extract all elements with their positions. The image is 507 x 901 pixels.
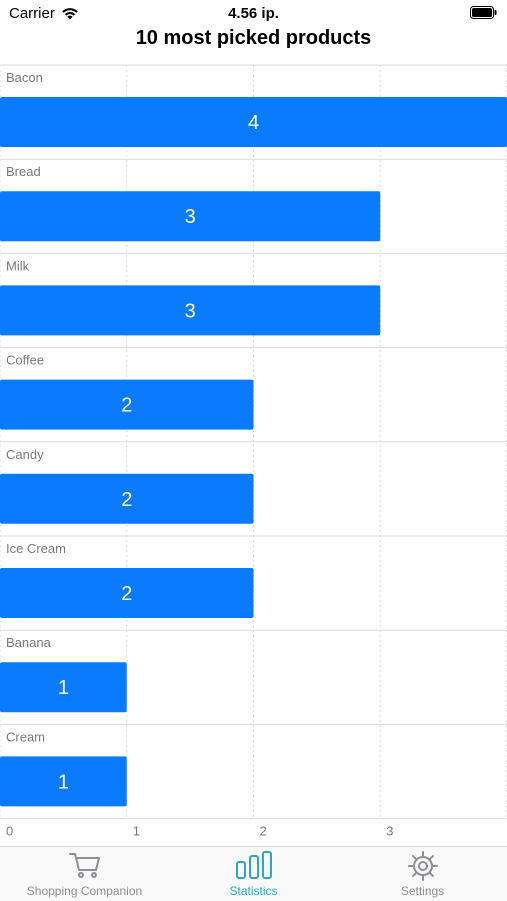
bar-chart: Bacon 4 Bread 3 Milk 3 Coffee 2 Candy 2 Ice Cream 2… bbox=[0, 64, 507, 839]
tab-label: Statistics bbox=[229, 884, 278, 898]
bar-value-label: 2 bbox=[121, 395, 132, 417]
bar-value-label: 1 bbox=[58, 677, 69, 699]
x-tick-label: 0 bbox=[6, 824, 13, 839]
x-tick-label: 1 bbox=[133, 824, 140, 839]
bar-value-label: 4 bbox=[248, 112, 259, 134]
category-label: Bread bbox=[6, 164, 41, 179]
tab-bar: Shopping Companion Statistics Settings bbox=[0, 846, 507, 901]
gear-icon bbox=[407, 851, 438, 881]
tab-label: Settings bbox=[400, 884, 445, 898]
category-label: Cream bbox=[6, 729, 45, 744]
category-label: Coffee bbox=[6, 353, 44, 368]
category-label: Ice Cream bbox=[6, 541, 66, 556]
tab-label: Shopping Companion bbox=[26, 884, 143, 898]
tab-statistics[interactable]: Statistics bbox=[169, 847, 338, 901]
tab-shopping-companion[interactable]: Shopping Companion bbox=[0, 847, 169, 901]
category-label: Milk bbox=[6, 258, 30, 273]
bar-value-label: 2 bbox=[121, 583, 132, 605]
bar-value-label: 2 bbox=[121, 489, 132, 511]
bar-chart-icon bbox=[235, 851, 272, 879]
category-label: Candy bbox=[6, 447, 44, 462]
bar-value-label: 3 bbox=[185, 300, 196, 322]
category-label: Bacon bbox=[6, 70, 43, 85]
bar-value-label: 3 bbox=[185, 206, 196, 228]
tab-settings[interactable]: Settings bbox=[338, 847, 507, 901]
category-label: Banana bbox=[6, 635, 52, 650]
cart-icon bbox=[68, 853, 100, 878]
bar-value-label: 1 bbox=[58, 771, 69, 793]
x-tick-label: 2 bbox=[260, 824, 267, 839]
x-tick-label: 3 bbox=[386, 824, 393, 839]
